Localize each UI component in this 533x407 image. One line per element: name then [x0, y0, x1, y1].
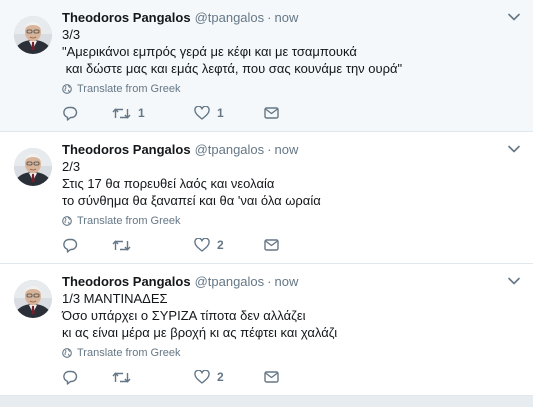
- more-options-button[interactable]: [506, 10, 522, 24]
- chevron-down-icon: [508, 277, 520, 285]
- tweet-text: 3/3 "Αμερικάνοι εμπρός γερά με κέφι και μ…: [62, 26, 521, 77]
- direct-message-button[interactable]: [264, 239, 339, 251]
- like-button[interactable]: 1: [194, 106, 264, 120]
- separator-dot: ·: [267, 142, 272, 157]
- tweet-text-line: 1/3 ΜΑΝΤΙΝΑΔΕΣ: [62, 291, 168, 306]
- avatar-photo: [14, 148, 52, 186]
- author-name[interactable]: Theodoros Pangalos: [62, 273, 191, 290]
- tweet-text-line: Στις 17 θα πορευθεί λαός και νεολαία: [62, 176, 275, 191]
- tweet-header: Theodoros Pangalos @tpangalos · now: [62, 141, 521, 158]
- tweet-text: 1/3 ΜΑΝΤΙΝΑΔΕΣ Όσο υπάρχει ο ΣΥΡΙΖΑ τίποτ…: [62, 290, 521, 341]
- like-button[interactable]: 2: [194, 238, 264, 252]
- tweet-timestamp[interactable]: now: [275, 273, 299, 290]
- translate-label: Translate from Greek: [77, 347, 181, 359]
- chevron-down-icon: [508, 145, 520, 153]
- tweet-text-line: κι ας είναι μέρα με βροχή κι ας πέφτει κ…: [62, 325, 338, 340]
- envelope-icon: [264, 371, 279, 383]
- retweet-button[interactable]: 1: [112, 106, 194, 120]
- avatar[interactable]: [14, 148, 52, 186]
- heart-icon: [194, 238, 210, 252]
- envelope-icon: [264, 239, 279, 251]
- reply-button[interactable]: [62, 238, 112, 253]
- heart-icon: [194, 370, 210, 384]
- tweet-actions: 2: [62, 227, 521, 263]
- avatar-photo: [14, 16, 52, 54]
- translate-label: Translate from Greek: [77, 83, 181, 95]
- tweet-text-line: "Αμερικάνοι εμπρός γερά με κέφι και με τ…: [62, 44, 357, 59]
- tweet-actions: 2: [62, 359, 521, 395]
- chevron-down-icon: [508, 13, 520, 21]
- retweet-count: 1: [138, 106, 145, 120]
- retweet-icon: [112, 240, 131, 250]
- tweet-text: 2/3 Στις 17 θα πορευθεί λαός και νεολαία τ…: [62, 158, 521, 209]
- tweet-timestamp[interactable]: now: [275, 141, 299, 158]
- retweet-icon: [112, 372, 131, 382]
- author-handle[interactable]: @tpangalos: [195, 273, 265, 290]
- reply-icon: [63, 238, 78, 253]
- globe-icon: [62, 348, 72, 358]
- tweet-text-line: 3/3: [62, 27, 81, 42]
- reply-icon: [63, 106, 78, 121]
- avatar[interactable]: [14, 16, 52, 54]
- separator-dot: ·: [267, 10, 272, 25]
- direct-message-button[interactable]: [264, 371, 339, 383]
- timeline: Theodoros Pangalos @tpangalos · now 3/3 "…: [0, 0, 533, 396]
- tweet-text-line: το σύνθημα θα ξαναπεί και θα 'ναι όλα ωρ…: [62, 193, 321, 208]
- tweet[interactable]: Theodoros Pangalos @tpangalos · now 1/3 …: [0, 264, 533, 396]
- globe-icon: [62, 216, 72, 226]
- reply-button[interactable]: [62, 106, 112, 121]
- separator-dot: ·: [267, 274, 272, 289]
- like-count: 1: [217, 106, 224, 120]
- like-button[interactable]: 2: [194, 370, 264, 384]
- author-handle[interactable]: @tpangalos: [195, 141, 265, 158]
- retweet-icon: [112, 108, 131, 118]
- like-count: 2: [217, 238, 224, 252]
- author-name[interactable]: Theodoros Pangalos: [62, 141, 191, 158]
- avatar[interactable]: [14, 280, 52, 318]
- tweet-header: Theodoros Pangalos @tpangalos · now: [62, 9, 521, 26]
- globe-icon: [62, 84, 72, 94]
- tweet[interactable]: Theodoros Pangalos @tpangalos · now 2/3 Σ…: [0, 132, 533, 264]
- tweet-text-line: Όσο υπάρχει ο ΣΥΡΙΖΑ τίποτα δεν αλλάζει: [62, 308, 306, 323]
- tweet-text-line: και δώστε μας και εμάς λεφτά, που σας κο…: [62, 61, 403, 76]
- retweet-button[interactable]: [112, 371, 194, 384]
- more-options-button[interactable]: [506, 274, 522, 288]
- reply-button[interactable]: [62, 370, 112, 385]
- retweet-button[interactable]: [112, 239, 194, 252]
- like-count: 2: [217, 370, 224, 384]
- translate-label: Translate from Greek: [77, 215, 181, 227]
- envelope-icon: [264, 107, 279, 119]
- avatar-photo: [14, 280, 52, 318]
- direct-message-button[interactable]: [264, 107, 339, 119]
- tweet[interactable]: Theodoros Pangalos @tpangalos · now 3/3 "…: [0, 0, 533, 132]
- tweet-timestamp[interactable]: now: [275, 9, 299, 26]
- reply-icon: [63, 370, 78, 385]
- author-name[interactable]: Theodoros Pangalos: [62, 9, 191, 26]
- more-options-button[interactable]: [506, 142, 522, 156]
- author-handle[interactable]: @tpangalos: [195, 9, 265, 26]
- tweet-header: Theodoros Pangalos @tpangalos · now: [62, 273, 521, 290]
- translate-link[interactable]: Translate from Greek: [62, 83, 521, 95]
- tweet-actions: 1 1: [62, 95, 521, 131]
- translate-link[interactable]: Translate from Greek: [62, 215, 521, 227]
- heart-icon: [194, 106, 210, 120]
- translate-link[interactable]: Translate from Greek: [62, 347, 521, 359]
- tweet-text-line: 2/3: [62, 159, 81, 174]
